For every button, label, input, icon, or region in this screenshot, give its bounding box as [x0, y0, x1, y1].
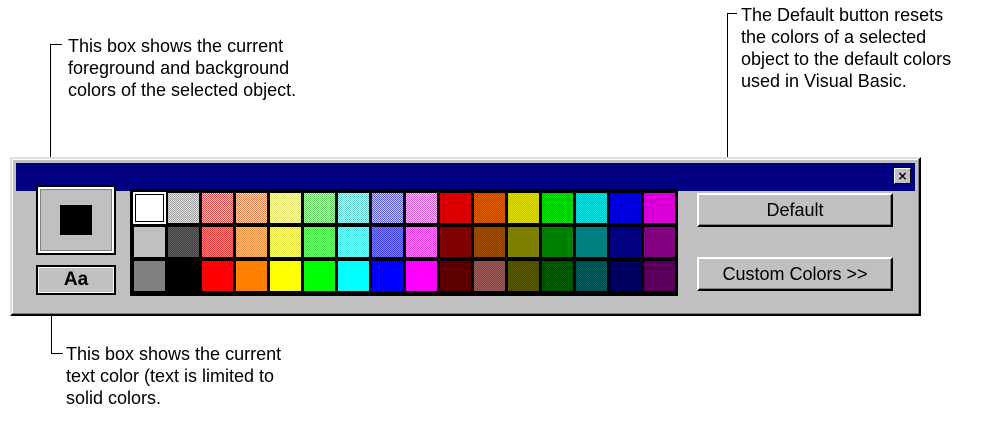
- color-row: [132, 191, 677, 225]
- color-swatch[interactable]: [371, 260, 404, 292]
- close-icon: ×: [897, 169, 908, 183]
- color-swatch[interactable]: [473, 192, 507, 224]
- color-swatch[interactable]: [541, 226, 574, 258]
- color-swatch[interactable]: [201, 192, 235, 224]
- color-swatch[interactable]: [507, 192, 541, 224]
- color-swatch[interactable]: [473, 260, 506, 292]
- callout-default-text: The Default button resets the colors of …: [741, 5, 952, 91]
- color-swatch[interactable]: [337, 260, 370, 292]
- color-swatch[interactable]: [405, 192, 439, 224]
- default-button-label: Default: [766, 199, 824, 220]
- color-swatch[interactable]: [541, 192, 575, 224]
- color-swatch[interactable]: [167, 192, 201, 224]
- color-swatch[interactable]: [371, 226, 404, 258]
- color-swatch[interactable]: [473, 226, 506, 258]
- callout-text-color-text: This box shows the current text color (t…: [66, 344, 282, 408]
- color-row: [132, 225, 676, 259]
- color-swatch[interactable]: [575, 226, 608, 258]
- color-swatch[interactable]: [609, 192, 643, 224]
- foreground-background-preview[interactable]: [36, 185, 116, 255]
- color-swatch[interactable]: [167, 260, 200, 292]
- color-swatch[interactable]: [643, 260, 676, 292]
- text-color-preview[interactable]: Aa: [36, 265, 116, 295]
- callout-text-leader-h: [51, 353, 63, 354]
- color-swatch[interactable]: [643, 226, 676, 258]
- color-swatch[interactable]: [609, 226, 642, 258]
- color-swatch[interactable]: [269, 260, 302, 292]
- custom-colors-button[interactable]: Custom Colors >>: [697, 257, 893, 291]
- color-swatch[interactable]: [133, 226, 166, 258]
- color-row: [132, 259, 676, 293]
- callout-fgbg-leader-h: [50, 44, 62, 45]
- callout-default-leader-h: [727, 13, 737, 14]
- color-swatch[interactable]: [337, 226, 370, 258]
- color-swatch[interactable]: [303, 260, 336, 292]
- color-palette-window: × Aa Default Custom Colors >>: [10, 157, 921, 316]
- callout-fgbg-text: This box shows the current foreground an…: [68, 36, 297, 100]
- color-swatch[interactable]: [303, 226, 336, 258]
- default-button[interactable]: Default: [697, 193, 893, 227]
- color-swatch[interactable]: [269, 192, 303, 224]
- color-swatch[interactable]: [235, 192, 269, 224]
- color-swatch[interactable]: [167, 226, 200, 258]
- color-grid: [130, 189, 678, 296]
- color-swatch[interactable]: [337, 192, 371, 224]
- text-sample: Aa: [63, 269, 89, 290]
- title-bar[interactable]: ×: [16, 163, 915, 191]
- color-swatch[interactable]: [575, 260, 608, 292]
- close-button[interactable]: ×: [894, 168, 911, 184]
- color-swatch[interactable]: [643, 192, 677, 224]
- color-swatch[interactable]: [405, 226, 438, 258]
- color-swatch[interactable]: [371, 192, 405, 224]
- foreground-swatch: [60, 205, 92, 235]
- color-swatch[interactable]: [201, 226, 234, 258]
- color-swatch[interactable]: [507, 260, 540, 292]
- color-swatch[interactable]: [439, 260, 472, 292]
- color-swatch[interactable]: [133, 260, 166, 292]
- color-swatch[interactable]: [439, 226, 472, 258]
- color-swatch[interactable]: [235, 226, 268, 258]
- color-swatch[interactable]: [507, 226, 540, 258]
- color-swatch[interactable]: [269, 226, 302, 258]
- color-swatch[interactable]: [201, 260, 234, 292]
- color-swatch[interactable]: [609, 260, 642, 292]
- color-swatch[interactable]: [235, 260, 268, 292]
- color-swatch[interactable]: [439, 192, 473, 224]
- color-swatch[interactable]: [133, 192, 167, 224]
- color-swatch[interactable]: [541, 260, 574, 292]
- color-swatch[interactable]: [303, 192, 337, 224]
- color-swatch[interactable]: [405, 260, 438, 292]
- custom-colors-button-label: Custom Colors >>: [722, 263, 868, 284]
- color-swatch[interactable]: [575, 192, 609, 224]
